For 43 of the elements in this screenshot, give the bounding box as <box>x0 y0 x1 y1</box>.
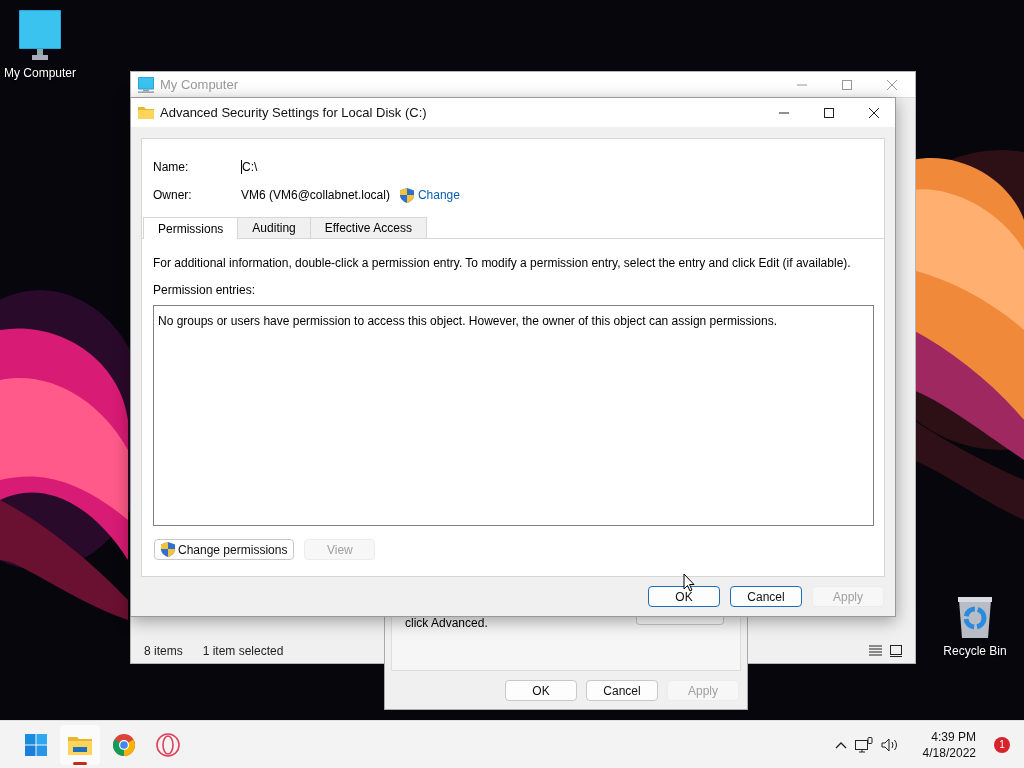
selection-count: 1 item selected <box>202 644 284 658</box>
window-title: My Computer <box>160 77 240 92</box>
speaker-icon[interactable] <box>880 737 899 752</box>
clock-time[interactable]: 4:39 PM <box>931 728 976 745</box>
taskbar-app-button[interactable] <box>60 724 100 765</box>
shield-icon <box>399 187 414 203</box>
folder-icon <box>68 734 92 755</box>
monitor-icon <box>138 76 154 93</box>
list-view-icon[interactable] <box>869 645 882 656</box>
windows-logo-icon <box>25 733 47 756</box>
thumbnail-view-icon[interactable] <box>890 645 902 657</box>
tab[interactable]: Auditing <box>237 217 311 238</box>
dialog-button[interactable]: OK <box>505 680 577 701</box>
maximize-icon[interactable] <box>823 106 835 119</box>
clock-date[interactable]: 4/18/2022 <box>922 744 976 761</box>
tab[interactable]: Permissions <box>143 217 239 239</box>
list-label: Permission entries: <box>153 283 257 297</box>
field-label: Owner: <box>153 188 193 202</box>
object-name: C:\ <box>241 160 258 174</box>
field-label: Name: <box>153 160 190 174</box>
change-link[interactable]: Change <box>417 188 460 202</box>
item-count: 8 items <box>144 644 183 658</box>
notification-badge[interactable]: 1 <box>994 736 1010 753</box>
desktop-icon-label: Recycle Bin <box>943 644 1007 658</box>
desktop-icon-label: My Computer <box>4 66 76 80</box>
network-icon[interactable] <box>854 736 873 753</box>
owner-name: VM6 (VM6@collabnet.local) <box>241 188 390 202</box>
recycle-bin-icon[interactable] <box>957 596 993 638</box>
monitor-icon[interactable] <box>19 10 61 60</box>
dialog-title: Advanced Security Settings for Local Disk (C:) <box>160 105 428 120</box>
info-text: For additional information, double-click a permission entry. To modify a permission entry, select the entry and click Edit (if available). <box>153 256 852 270</box>
dialog-button[interactable]: OK <box>648 586 720 607</box>
hint-text: click Advanced. <box>405 616 488 630</box>
chevron-up-icon[interactable] <box>834 740 847 749</box>
tab[interactable]: Effective Access <box>309 217 427 238</box>
permission-button[interactable]: Change permissions <box>154 539 295 560</box>
close-icon[interactable] <box>868 106 880 119</box>
dialog-button[interactable]: Cancel <box>586 680 658 701</box>
empty-message: No groups or users have permission to access this object. However, the owner of this object can assign permissions. <box>158 314 777 328</box>
dialog-button[interactable]: Cancel <box>730 586 802 607</box>
folder-icon <box>138 106 154 119</box>
ring-icon <box>156 732 180 757</box>
browser-icon <box>113 733 135 756</box>
